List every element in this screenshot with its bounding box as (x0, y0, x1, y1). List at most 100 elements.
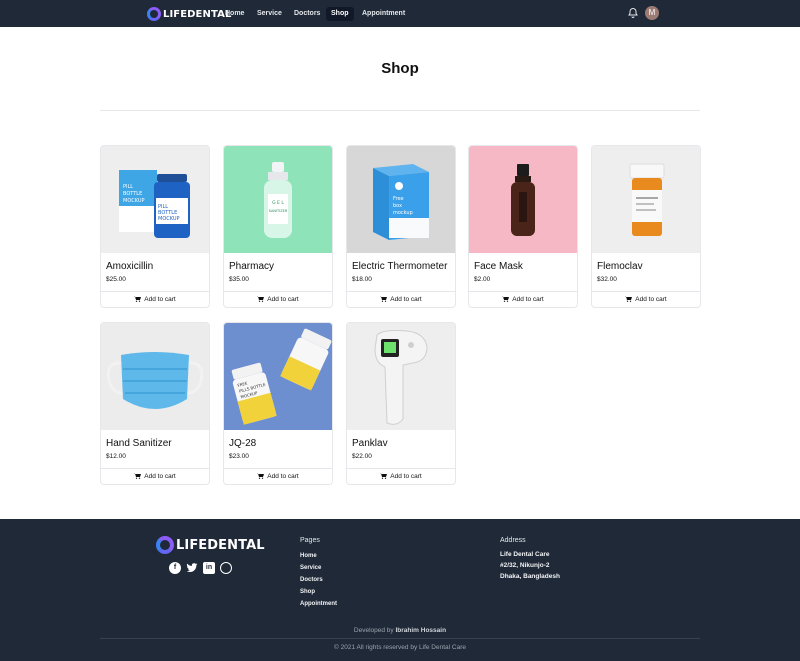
facebook-icon[interactable]: f (169, 562, 181, 574)
product-name[interactable]: Face Mask (474, 261, 523, 272)
add-to-cart-button[interactable]: Add to cart (101, 291, 209, 307)
product-card[interactable]: FREE PILLS BOTTLE MOCKUP JQ-28 $23.00 Ad… (223, 322, 333, 485)
product-name[interactable]: JQ-28 (229, 438, 256, 449)
footer-link-home[interactable]: Home (300, 553, 317, 559)
address-line: Life Dental Care (500, 551, 550, 558)
header-divider (100, 110, 700, 111)
cart-icon (625, 296, 633, 302)
product-image (347, 323, 455, 430)
add-to-cart-label: Add to cart (144, 296, 176, 303)
developer-credit: Developed by Ibrahim Hossain (0, 627, 800, 634)
amber-bottle-illustration (511, 164, 535, 236)
add-to-cart-button[interactable]: Add to cart (224, 468, 332, 484)
nav-link-appointment[interactable]: Appointment (357, 7, 410, 21)
pill-box-bottle-illustration: PILL BOTTLE MOCKUP PILL BOTTLE MOCKUP (119, 170, 190, 238)
product-card[interactable]: PILL BOTTLE MOCKUP PILL BOTTLE MOCKUP Am… (100, 145, 210, 308)
site-footer: LIFEDENTAL f in Pages Home Service Docto… (0, 519, 800, 661)
svg-text:BOTTLE: BOTTLE (123, 191, 142, 197)
twitter-icon[interactable] (186, 562, 198, 574)
product-image (592, 146, 700, 253)
product-card[interactable]: G E L SANITIZER Pharmacy $35.00 Add to c… (223, 145, 333, 308)
footer-link-doctors[interactable]: Doctors (300, 577, 323, 583)
product-image: PILL BOTTLE MOCKUP PILL BOTTLE MOCKUP (101, 146, 209, 253)
product-price: $32.00 (597, 276, 617, 283)
product-name[interactable]: Electric Thermometer (352, 261, 447, 272)
add-to-cart-label: Add to cart (635, 296, 667, 303)
face-mask-illustration (106, 352, 204, 409)
product-image: Free box mockup (347, 146, 455, 253)
add-to-cart-label: Add to cart (267, 473, 299, 480)
product-card[interactable]: Face Mask $2.00 Add to cart (468, 145, 578, 308)
product-price: $22.00 (352, 453, 372, 460)
add-to-cart-label: Add to cart (267, 296, 299, 303)
pill-bottles-illustration: FREE PILLS BOTTLE MOCKUP (231, 328, 332, 425)
add-to-cart-label: Add to cart (390, 473, 422, 480)
nav-link-home[interactable]: Home (220, 7, 249, 21)
cart-icon (257, 473, 265, 479)
product-card[interactable]: Panklav $22.00 Add to cart (346, 322, 456, 485)
developer-credit-prefix: Developed by (353, 627, 394, 634)
add-to-cart-button[interactable]: Add to cart (101, 468, 209, 484)
product-image: G E L SANITIZER (224, 146, 332, 253)
logo-ring-icon (156, 536, 174, 554)
add-to-cart-label: Add to cart (512, 296, 544, 303)
cart-icon (134, 296, 142, 302)
product-card[interactable]: Hand Sanitizer $12.00 Add to cart (100, 322, 210, 485)
copyright-text: © 2021 All rights reserved by Life Denta… (334, 644, 466, 651)
footer-link-appointment[interactable]: Appointment (300, 601, 337, 607)
svg-text:MOCKUP: MOCKUP (123, 198, 145, 204)
svg-text:Free: Free (393, 196, 404, 202)
svg-text:G E L: G E L (272, 200, 284, 206)
infrared-thermometer-illustration (374, 330, 428, 425)
add-to-cart-button[interactable]: Add to cart (469, 291, 577, 307)
add-to-cart-button[interactable]: Add to cart (347, 291, 455, 307)
add-to-cart-button[interactable]: Add to cart (592, 291, 700, 307)
product-price: $18.00 (352, 276, 372, 283)
product-card[interactable]: Free box mockup Electric Thermometer $18… (346, 145, 456, 308)
product-price: $25.00 (106, 276, 126, 283)
svg-text:PILL: PILL (123, 184, 133, 190)
product-name[interactable]: Amoxicillin (106, 261, 153, 272)
cart-icon (502, 296, 510, 302)
product-name[interactable]: Hand Sanitizer (106, 438, 172, 449)
dribbble-icon[interactable] (220, 562, 232, 574)
product-image (469, 146, 577, 253)
footer-link-shop[interactable]: Shop (300, 589, 315, 595)
prescription-bottle-illustration (629, 163, 665, 236)
footer-divider (100, 638, 700, 639)
footer-brand-name: LIFEDENTAL (176, 537, 265, 553)
cart-icon (257, 296, 265, 302)
gel-sanitizer-illustration: G E L SANITIZER (264, 162, 292, 238)
linkedin-icon[interactable]: in (203, 562, 215, 574)
brand-logo[interactable]: LIFEDENTAL (147, 6, 231, 22)
developer-name: Ibrahim Hossain (395, 627, 447, 634)
product-price: $23.00 (229, 453, 249, 460)
add-to-cart-label: Add to cart (144, 473, 176, 480)
product-price: $2.00 (474, 276, 491, 283)
nav-link-doctors[interactable]: Doctors (289, 7, 325, 21)
add-to-cart-button[interactable]: Add to cart (224, 291, 332, 307)
page-title: Shop (381, 60, 419, 77)
svg-text:MOCKUP: MOCKUP (158, 216, 180, 222)
footer-brand-logo[interactable]: LIFEDENTAL (156, 536, 265, 554)
product-name[interactable]: Panklav (352, 438, 388, 449)
user-avatar[interactable]: M (645, 6, 659, 20)
footer-link-service[interactable]: Service (300, 565, 321, 571)
product-name[interactable]: Pharmacy (229, 261, 274, 272)
add-to-cart-button[interactable]: Add to cart (347, 468, 455, 484)
product-image (101, 323, 209, 430)
logo-ring-icon (147, 7, 161, 21)
nav-link-service[interactable]: Service (252, 7, 287, 21)
svg-text:mockup: mockup (393, 210, 413, 216)
product-image: FREE PILLS BOTTLE MOCKUP (224, 323, 332, 430)
social-links: f in (169, 562, 232, 574)
product-price: $35.00 (229, 276, 249, 283)
nav-link-shop[interactable]: Shop (326, 7, 354, 21)
add-to-cart-label: Add to cart (390, 296, 422, 303)
svg-text:SANITIZER: SANITIZER (269, 209, 288, 213)
bell-icon[interactable] (627, 7, 639, 19)
product-card[interactable]: Flemoclav $32.00 Add to cart (591, 145, 701, 308)
cart-icon (380, 473, 388, 479)
cart-icon (380, 296, 388, 302)
product-name[interactable]: Flemoclav (597, 261, 643, 272)
